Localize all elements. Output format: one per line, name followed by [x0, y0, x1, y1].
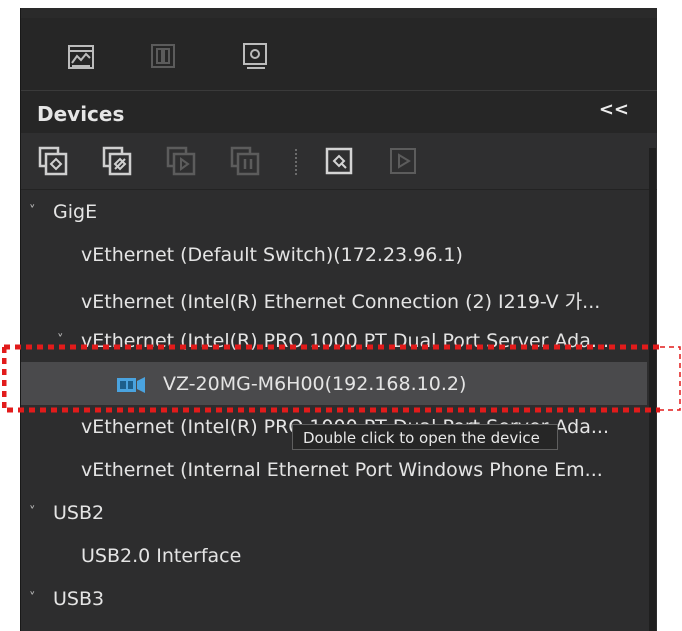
tree-item-interface[interactable]: vEthernet (Internal Ethernet Port Window… — [21, 448, 647, 491]
devices-title: Devices — [37, 102, 125, 126]
tree-item-label: USB3 — [53, 588, 105, 610]
toolbar-separator — [295, 149, 297, 175]
tree-item-label: vEthernet (Intel(R) PRO 1000 PT Dual Por… — [81, 330, 609, 352]
tree-scrollbar[interactable] — [649, 148, 656, 631]
open-device-icon[interactable] — [33, 143, 73, 179]
tree-item-interface[interactable]: vEthernet (Intel(R) Ethernet Connection … — [21, 276, 647, 319]
tree-item-interface[interactable]: USB2.0 Interface — [21, 534, 647, 577]
tree-group-gige[interactable]: ˅ GigE — [21, 190, 647, 233]
device-tree: ˅ GigE vEthernet (Default Switch)(172.23… — [21, 190, 647, 631]
tree-item-interface[interactable]: vEthernet (Default Switch)(172.23.96.1) — [21, 233, 647, 276]
tree-item-label: VZ-20MG-M6H00(192.168.10.2) — [163, 373, 467, 395]
stop-grab-icon[interactable] — [225, 143, 265, 179]
expand-arrow-icon[interactable]: ˅ — [57, 333, 64, 348]
tree-item-label: vEthernet (Intel(R) Ethernet Connection … — [81, 291, 601, 313]
expand-arrow-icon[interactable]: ˅ — [29, 591, 36, 606]
tree-group-usb2[interactable]: ˅ USB2 — [21, 491, 647, 534]
tree-item-label: vEthernet (Default Switch)(172.23.96.1) — [81, 244, 463, 266]
play-icon[interactable] — [383, 143, 423, 179]
pause-icon[interactable] — [143, 38, 183, 74]
device-settings-icon[interactable] — [319, 143, 359, 179]
tree-item-camera-device[interactable]: VZ-20MG-M6H00(192.168.10.2) — [21, 362, 647, 405]
tree-item-interface-expanded[interactable]: ˅ vEthernet (Intel(R) PRO 1000 PT Dual P… — [21, 319, 647, 362]
image-chart-icon[interactable] — [61, 38, 101, 74]
start-grab-icon[interactable] — [161, 143, 201, 179]
devices-toolbar — [21, 133, 657, 190]
top-toolbar — [21, 18, 657, 90]
devices-header: Devices << — [21, 90, 657, 134]
tooltip: Double click to open the device — [292, 424, 558, 450]
expand-arrow-icon[interactable]: ˅ — [29, 505, 36, 520]
expand-arrow-icon[interactable]: ˅ — [29, 204, 36, 219]
collapse-panel-button[interactable]: << — [599, 99, 629, 120]
tree-item-label: USB2.0 Interface — [81, 545, 242, 567]
close-device-icon[interactable] — [97, 143, 137, 179]
image-settings-icon[interactable] — [235, 38, 275, 74]
tree-group-usb3[interactable]: ˅ USB3 — [21, 577, 647, 620]
tree-item-label: GigE — [53, 201, 98, 223]
tree-item-label: USB2 — [53, 502, 105, 524]
devices-window: Devices << ˅ GigE vEthernet (Default Swi… — [20, 8, 657, 631]
camera-icon — [117, 376, 147, 398]
tree-item-label: vEthernet (Internal Ethernet Port Window… — [81, 459, 603, 481]
